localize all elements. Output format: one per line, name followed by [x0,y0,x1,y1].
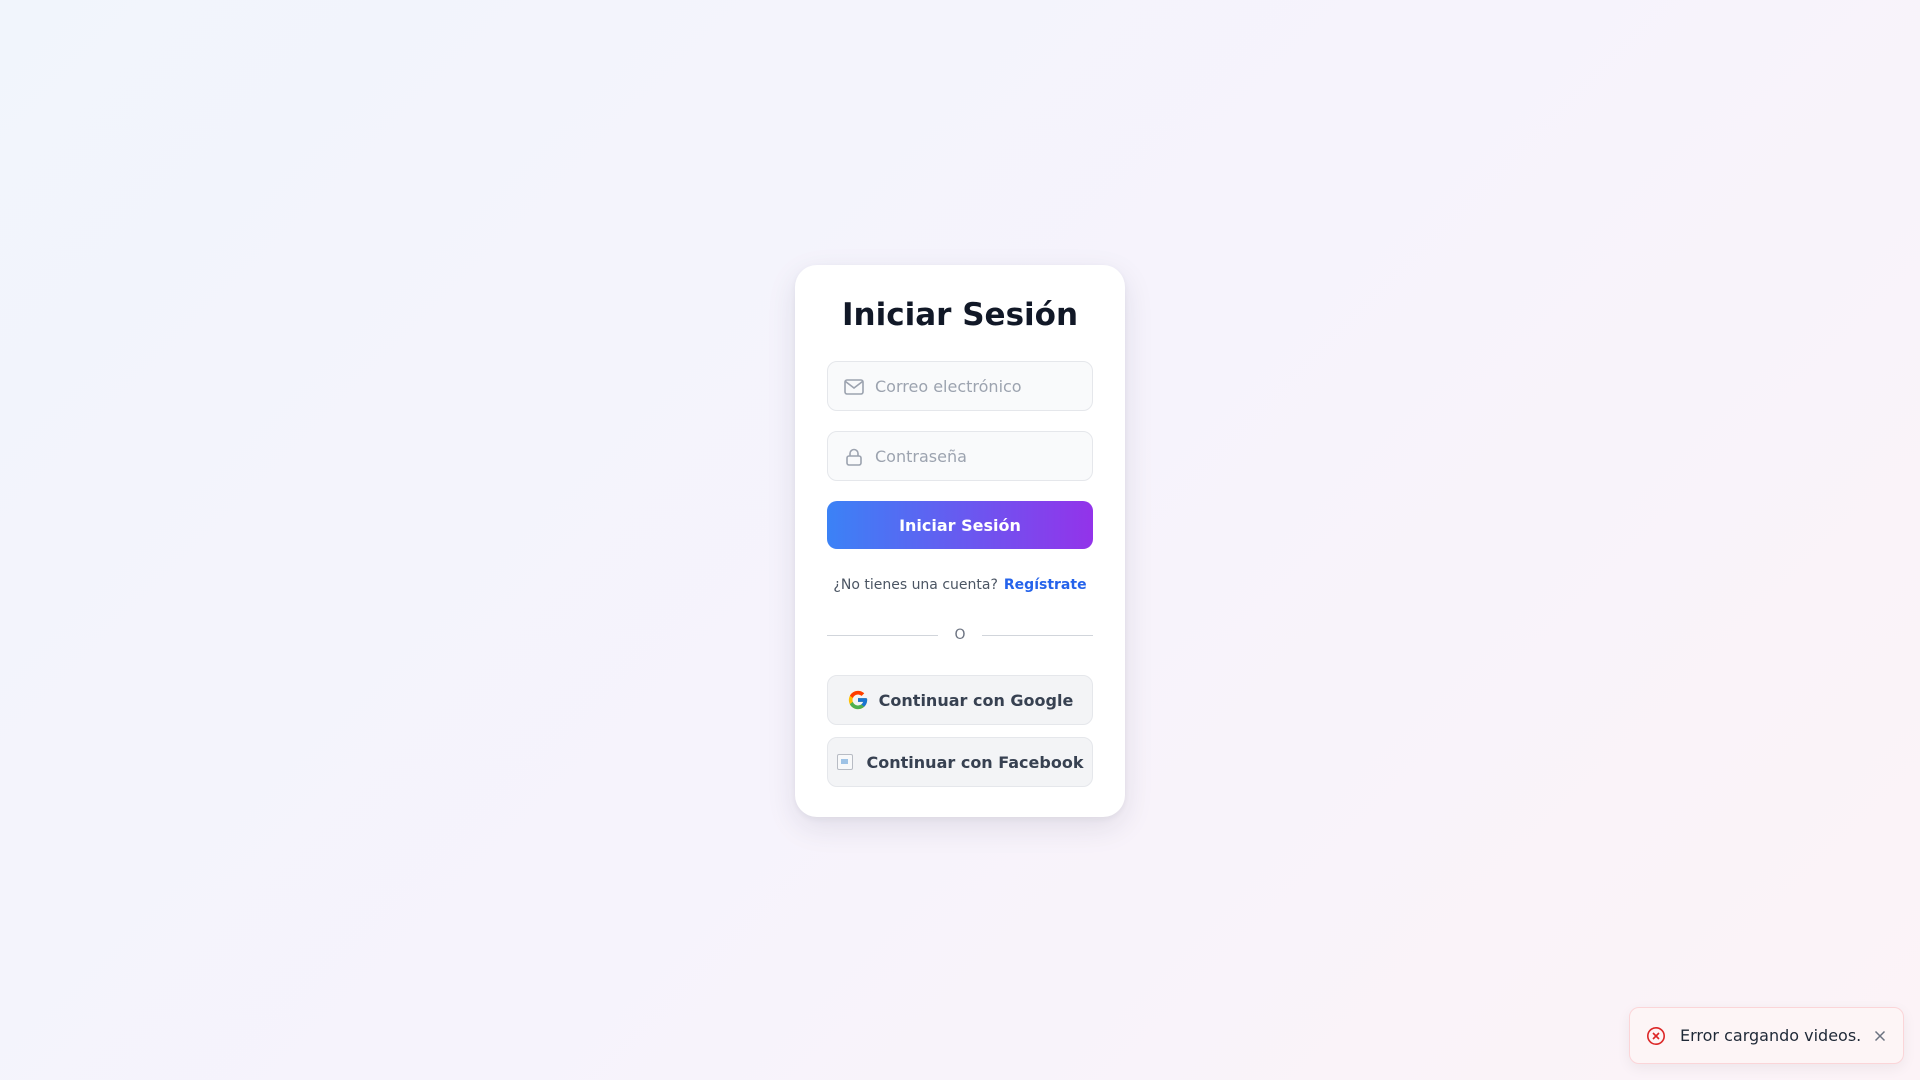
toast-message: Error cargando videos. [1680,1026,1862,1045]
google-login-label: Continuar con Google [878,690,1074,710]
google-icon [848,690,867,710]
page-title: Iniciar Sesión [841,297,1079,333]
facebook-login-label: Continuar con Facebook [866,752,1084,772]
close-icon[interactable] [1873,1029,1887,1043]
google-login-button[interactable]: Continuar con Google [827,675,1093,725]
login-card: Iniciar Sesión Iniciar Sesión ¿No tienes… [795,265,1125,817]
facebook-icon [836,754,853,770]
signup-row: ¿No tienes una cuenta? Regístrate [827,575,1093,595]
facebook-login-button[interactable]: Continuar con Facebook [827,737,1093,787]
signup-prompt: ¿No tienes una cuenta? [833,577,998,593]
divider-line-right [981,634,1093,636]
divider-text: O [954,627,966,643]
password-input[interactable] [828,432,1092,480]
email-input[interactable] [828,362,1092,410]
signup-link[interactable]: Regístrate [1004,577,1087,593]
divider-line-left [827,634,939,636]
password-field[interactable] [827,431,1093,481]
login-button[interactable]: Iniciar Sesión [827,501,1093,549]
error-toast: Error cargando videos. [1629,1007,1904,1064]
email-field[interactable] [827,361,1093,411]
error-circle-icon [1647,1026,1665,1045]
divider: O [827,627,1093,643]
